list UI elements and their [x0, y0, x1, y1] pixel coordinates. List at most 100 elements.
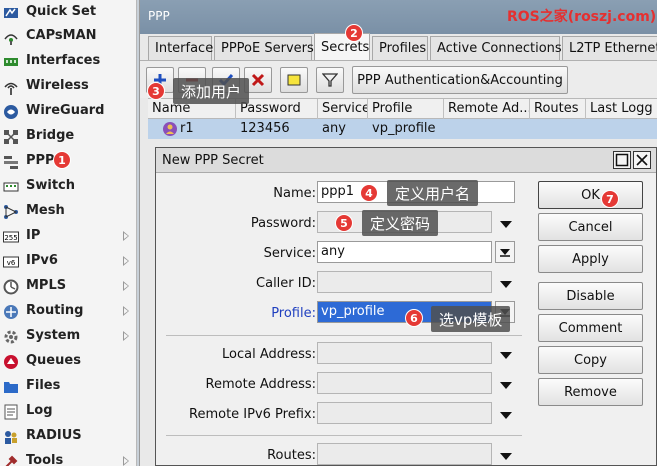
sidebar-item-log[interactable]: Log	[0, 399, 137, 424]
tab-l2tp-ethernet[interactable]: L2TP Ethernet	[562, 36, 657, 60]
ppp-authentication-accounting-button[interactable]: PPP Authentication&Accounting	[352, 66, 568, 94]
column-header-remote-address[interactable]: Remote Ad...	[444, 99, 530, 119]
annotation-define-username: 定义用户名	[387, 180, 479, 206]
column-header-profile[interactable]: Profile	[368, 99, 444, 119]
mesh-icon	[4, 205, 18, 219]
step-badge-4: 4	[360, 184, 378, 202]
remote-ipv6-prefix-label: Remote IPv6 Prefix:	[189, 407, 316, 422]
disable-button[interactable]: Disable	[538, 282, 643, 310]
caller-id-label: Caller ID:	[256, 276, 316, 291]
comment-button[interactable]: Comment	[538, 314, 643, 342]
ok-button[interactable]: OK	[538, 181, 643, 209]
sidebar-item-radius[interactable]: RADIUS	[0, 424, 137, 449]
submenu-arrow-icon	[123, 331, 129, 341]
chevron-down-icon[interactable]	[500, 412, 512, 419]
table-row[interactable]: r1 123456 any vp_profile	[148, 119, 657, 139]
tools-icon	[5, 455, 18, 466]
bridge-icon	[4, 130, 18, 144]
profile-label: Profile:	[271, 306, 316, 321]
step-badge-7: 7	[601, 190, 619, 208]
cancel-button[interactable]: Cancel	[538, 213, 643, 241]
service-select[interactable]: any	[317, 241, 492, 263]
maximize-button[interactable]	[613, 151, 631, 169]
sidebar-item-label: PPP	[26, 153, 55, 168]
user-icon	[163, 122, 177, 136]
sidebar-item-label: Log	[26, 403, 53, 418]
sidebar-item-capsman[interactable]: CAPsMAN	[0, 24, 137, 49]
column-header-service[interactable]: Service	[318, 99, 368, 119]
column-header-routes[interactable]: Routes	[530, 99, 586, 119]
sidebar-item-interfaces[interactable]: Interfaces	[0, 49, 137, 74]
divider	[166, 335, 522, 336]
sidebar-item-routing[interactable]: Routing	[0, 299, 137, 324]
sidebar-item-label: IP	[26, 228, 41, 243]
copy-button[interactable]: Copy	[538, 346, 643, 374]
sidebar-item-tools[interactable]: Tools	[0, 449, 137, 466]
quick-set-icon	[4, 8, 18, 18]
service-dropdown-button[interactable]	[495, 241, 515, 263]
apply-button[interactable]: Apply	[538, 245, 643, 273]
ppp-icon	[4, 156, 18, 169]
ppp-window-titlebar[interactable]: PPP ROS之家(roszj.com)	[140, 0, 657, 34]
submenu-arrow-icon	[123, 256, 129, 266]
sidebar-item-system[interactable]: System	[0, 324, 137, 349]
wireguard-icon	[4, 105, 18, 119]
annotation-select-template: 选vp模板	[431, 306, 511, 332]
maximize-icon	[615, 153, 629, 167]
sidebar-item-quick-set[interactable]: Quick Set	[0, 0, 137, 25]
log-icon	[4, 404, 18, 420]
filter-button[interactable]	[316, 67, 344, 93]
remove-button[interactable]: Remove	[538, 378, 643, 406]
tab-pppoe-servers[interactable]: PPPoE Servers	[214, 36, 314, 60]
sidebar-item-mesh[interactable]: Mesh	[0, 199, 137, 224]
sidebar-item-label: Switch	[26, 178, 76, 193]
step-badge-3: 3	[147, 82, 165, 100]
sidebar-item-label: Interfaces	[26, 53, 101, 68]
wireless-icon	[4, 82, 18, 95]
sidebar-item-label: RADIUS	[26, 428, 82, 443]
tab-active-connections[interactable]: Active Connections	[430, 36, 562, 60]
submenu-arrow-icon	[123, 281, 129, 291]
watermark: ROS之家(roszj.com)	[507, 9, 657, 25]
sidebar-item-bridge[interactable]: Bridge	[0, 124, 137, 149]
sidebar-item-label: Routing	[26, 303, 84, 318]
close-button[interactable]	[633, 151, 651, 169]
chevron-down-icon[interactable]	[500, 281, 512, 288]
chevron-down-icon[interactable]	[500, 453, 512, 460]
sidebar-item-wireless[interactable]: Wireless	[0, 74, 137, 99]
dialog-titlebar[interactable]: New PPP Secret	[156, 148, 656, 173]
sidebar-item-files[interactable]: Files	[0, 374, 137, 399]
ip-icon: 255	[3, 231, 19, 243]
sidebar-item-label: WireGuard	[26, 103, 105, 118]
chevron-down-icon[interactable]	[500, 382, 512, 389]
tab-profiles[interactable]: Profiles	[372, 36, 428, 60]
sidebar-item-wireguard[interactable]: WireGuard	[0, 99, 137, 124]
close-icon	[636, 154, 648, 166]
sidebar-item-ipv6[interactable]: v6 IPv6	[0, 249, 137, 274]
remote-ipv6-prefix-input[interactable]	[317, 402, 492, 424]
local-address-input[interactable]	[317, 342, 492, 364]
filter-icon	[322, 73, 338, 87]
sidebar-item-queues[interactable]: Queues	[0, 349, 137, 374]
annotation-add-user: 添加用户	[173, 78, 250, 104]
sidebar-item-switch[interactable]: Switch	[0, 174, 137, 199]
comment-icon	[287, 74, 301, 86]
sidebar-item-ip[interactable]: 255 IP	[0, 224, 137, 249]
cell-password: 123456	[240, 121, 290, 136]
comment-button[interactable]	[280, 67, 308, 93]
submenu-arrow-icon	[123, 306, 129, 316]
chevron-down-icon[interactable]	[500, 352, 512, 359]
capsman-icon	[4, 34, 18, 45]
remote-address-label: Remote Address:	[205, 377, 316, 392]
system-icon	[4, 330, 18, 344]
tab-interface[interactable]: Interface	[148, 36, 213, 60]
chevron-down-icon[interactable]	[500, 221, 512, 228]
radius-icon	[5, 431, 17, 444]
routes-input[interactable]	[317, 443, 492, 465]
sidebar-item-mpls[interactable]: MPLS	[0, 274, 137, 299]
name-label: Name:	[273, 186, 316, 201]
column-header-last-logged-out[interactable]: Last Logg	[586, 99, 657, 119]
caller-id-input[interactable]	[317, 271, 492, 293]
remote-address-input[interactable]	[317, 372, 492, 394]
interfaces-icon	[4, 58, 18, 66]
